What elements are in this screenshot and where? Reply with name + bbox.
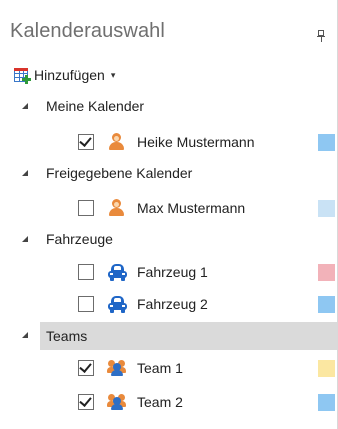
calendar-checkbox[interactable] xyxy=(78,394,94,410)
calendar-selection-panel: Kalenderauswahl Hinzufügen ▾ Meine Kalen… xyxy=(0,0,338,429)
expander-icon[interactable] xyxy=(22,332,28,338)
calendar-checkbox[interactable] xyxy=(78,200,94,216)
group-label: Meine Kalender xyxy=(46,98,145,114)
car-icon xyxy=(107,263,127,281)
color-swatch[interactable] xyxy=(318,296,335,313)
color-swatch[interactable] xyxy=(318,360,335,377)
calendar-item-fahrzeug-1[interactable]: Fahrzeug 1 xyxy=(0,256,337,288)
add-calendar-button[interactable]: Hinzufügen ▾ xyxy=(14,64,115,86)
calendar-checkbox[interactable] xyxy=(78,134,94,150)
car-icon xyxy=(107,295,127,313)
group-meine-kalender[interactable]: Meine Kalender xyxy=(0,92,337,120)
group-label: Fahrzeuge xyxy=(46,231,113,247)
expander-icon[interactable] xyxy=(22,103,28,109)
calendar-label: Fahrzeug 1 xyxy=(137,264,208,280)
team-icon xyxy=(107,392,127,410)
pin-icon[interactable] xyxy=(317,30,325,42)
color-swatch[interactable] xyxy=(318,200,335,217)
group-teams[interactable]: Teams xyxy=(40,322,337,350)
calendar-item-max-mustermann[interactable]: Max Mustermann xyxy=(0,192,337,224)
expander-icon[interactable] xyxy=(22,236,28,242)
add-calendar-icon xyxy=(14,67,31,84)
add-calendar-label: Hinzufügen xyxy=(34,67,105,83)
color-swatch[interactable] xyxy=(318,394,335,411)
expander-icon[interactable] xyxy=(22,170,28,176)
calendar-label: Team 1 xyxy=(137,360,183,376)
group-label: Freigegebene Kalender xyxy=(46,165,193,181)
calendar-checkbox[interactable] xyxy=(78,296,94,312)
group-label: Teams xyxy=(46,328,88,344)
group-freigegebene-kalender[interactable]: Freigegebene Kalender xyxy=(0,159,337,187)
color-swatch[interactable] xyxy=(318,134,335,151)
calendar-checkbox[interactable] xyxy=(78,264,94,280)
person-icon xyxy=(107,133,127,151)
calendar-item-fahrzeug-2[interactable]: Fahrzeug 2 xyxy=(0,288,337,320)
calendar-item-team-2[interactable]: Team 2 xyxy=(0,386,337,418)
calendar-label: Max Mustermann xyxy=(137,200,246,216)
calendar-label: Team 2 xyxy=(137,394,183,410)
group-fahrzeuge[interactable]: Fahrzeuge xyxy=(0,225,337,253)
calendar-item-heike-mustermann[interactable]: Heike Mustermann xyxy=(0,126,337,158)
chevron-down-icon: ▾ xyxy=(110,69,116,80)
calendar-item-team-1[interactable]: Team 1 xyxy=(0,352,337,384)
person-icon xyxy=(107,199,127,217)
panel-title: Kalenderauswahl xyxy=(10,20,165,42)
calendar-label: Heike Mustermann xyxy=(137,134,255,150)
color-swatch[interactable] xyxy=(318,264,335,281)
team-icon xyxy=(107,358,127,376)
calendar-label: Fahrzeug 2 xyxy=(137,296,208,312)
calendar-checkbox[interactable] xyxy=(78,360,94,376)
